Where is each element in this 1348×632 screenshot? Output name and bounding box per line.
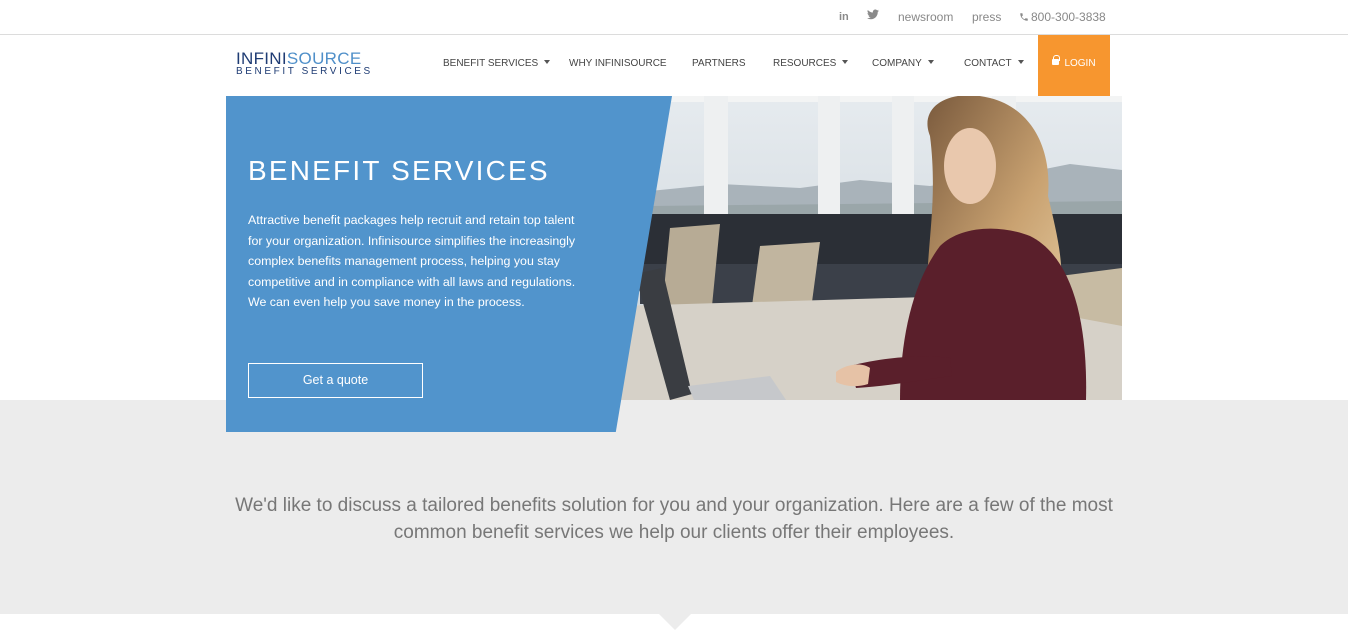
infinisource-logo[interactable]: INFINISOURCE BENEFIT SERVICES	[236, 49, 386, 79]
chevron-down-icon	[1017, 60, 1024, 65]
utility-bar: in newsroom press 800-300-3838	[0, 0, 1348, 35]
phone-icon	[1020, 13, 1028, 21]
press-link[interactable]: press	[972, 10, 1001, 24]
hero-title: BENEFIT SERVICES	[248, 155, 550, 186]
twitter-icon[interactable]	[867, 9, 879, 23]
nav-benefit-services[interactable]: BENEFIT SERVICES	[443, 58, 551, 70]
phone-link[interactable]: 800-300-3838	[1019, 10, 1106, 24]
nav-partners[interactable]: PARTNERS	[692, 58, 746, 70]
section-pointer-arrow	[659, 614, 691, 630]
hero-description: Attractive benefit packages help recruit…	[248, 213, 576, 309]
get-a-quote-button[interactable]: Get a quote	[248, 363, 423, 398]
nav-resources[interactable]: RESOURCES	[773, 58, 849, 70]
nav-label: PARTNERS	[692, 58, 746, 69]
chevron-down-icon	[842, 60, 849, 65]
nav-label: COMPANY	[872, 58, 922, 69]
chevron-down-icon	[927, 60, 934, 65]
hero-photo	[600, 96, 1122, 400]
intro-text: We'd like to discuss a tailored benefits…	[235, 495, 1113, 543]
phone-number: 800-300-3838	[1031, 10, 1106, 24]
newsroom-link[interactable]: newsroom	[898, 10, 953, 24]
nav-company[interactable]: COMPANY	[872, 58, 934, 70]
linkedin-icon[interactable]: in	[839, 10, 849, 24]
nav-contact[interactable]: CONTACT	[964, 58, 1024, 70]
nav-label: BENEFIT SERVICES	[443, 58, 539, 69]
logo-tagline: BENEFIT SERVICES	[236, 66, 373, 77]
nav-label: WHY INFINISOURCE	[569, 58, 667, 69]
login-label: LOGIN	[1064, 58, 1096, 69]
lock-icon	[1052, 55, 1061, 66]
nav-why-infinisource[interactable]: WHY INFINISOURCE	[569, 58, 667, 70]
chevron-down-icon	[544, 60, 551, 65]
nav-label: RESOURCES	[773, 58, 837, 69]
nav-label: CONTACT	[964, 58, 1012, 69]
